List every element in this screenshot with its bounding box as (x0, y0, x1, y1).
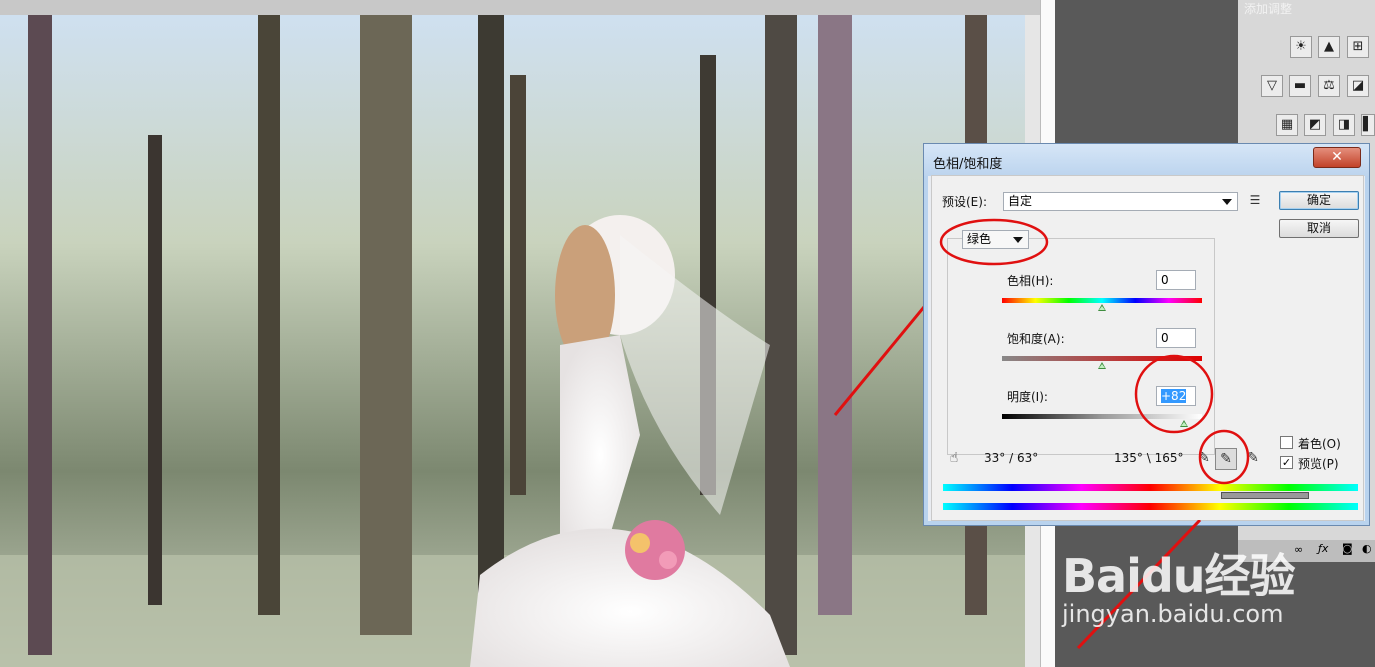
gradient-map-icon[interactable]: ▌ (1361, 114, 1375, 136)
hue-saturation-icon[interactable]: ▬ (1289, 75, 1311, 97)
vibrance-icon[interactable]: ▽ (1261, 75, 1283, 97)
black-white-icon[interactable]: ◪ (1347, 75, 1369, 97)
threshold-icon[interactable]: ◨ (1333, 114, 1355, 136)
fx-icon[interactable]: ƒx (1318, 542, 1328, 555)
levels-icon[interactable]: ▲ (1318, 36, 1340, 58)
watermark-logo: Baidu经验 (1062, 549, 1296, 603)
adjustment-layer-icon[interactable]: ◐ (1362, 542, 1372, 555)
color-balance-icon[interactable]: ⚖ (1318, 75, 1340, 97)
adjustments-panel-title: 添加调整 (1244, 2, 1293, 16)
image-canvas[interactable] (0, 15, 1025, 667)
watermark-url: jingyan.baidu.com (1062, 600, 1284, 628)
brightness-icon[interactable]: ☀ (1290, 36, 1312, 58)
invert-icon[interactable]: ◩ (1304, 114, 1326, 136)
hue-saturation-dialog: 色相/饱和度 ✕ 预设(E): 自定 ☰ 确定 取消 绿色 色相(H): 0 饱… (923, 143, 1370, 526)
curves-icon[interactable]: ⊞ (1347, 36, 1369, 58)
forest-bride-photo (0, 15, 1025, 667)
document-tab-bar (0, 0, 1040, 15)
mask-icon[interactable]: ◙ (1342, 542, 1353, 555)
annotation-overlay (939, 218, 1250, 485)
baidu-watermark: Baidu经验 jingyan.baidu.com (1062, 540, 1296, 628)
channel-mixer-icon[interactable]: ▦ (1276, 114, 1298, 136)
